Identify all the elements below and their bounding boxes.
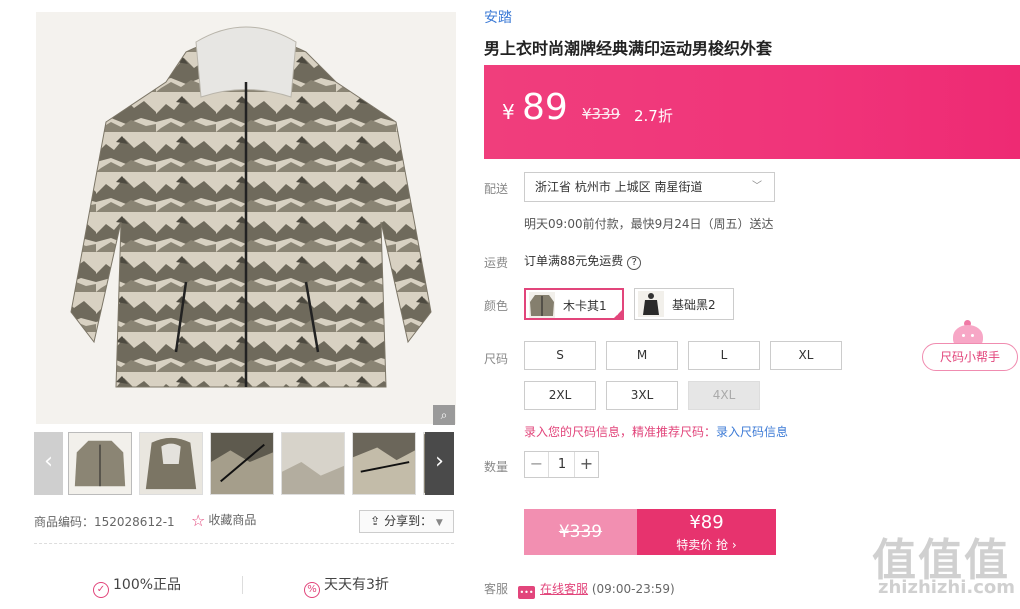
address-value: 浙江省 杭州市 上城区 南星街道 (535, 180, 703, 194)
color-option-label: 基础黑2 (672, 298, 716, 312)
address-select[interactable]: 浙江省 杭州市 上城区 南星街道 ﹀ (524, 172, 775, 202)
brand-link[interactable]: 安踏 (484, 7, 512, 27)
price-currency: ¥ (502, 100, 515, 124)
color-swatch-black (638, 291, 664, 317)
size-xl[interactable]: XL (770, 341, 842, 370)
guarantee-genuine-label: 100%正品 (113, 577, 182, 593)
share-button[interactable]: ⇪ 分享到： ▼ (359, 510, 454, 533)
share-label: 分享到： (384, 514, 433, 528)
check-icon (612, 308, 624, 320)
size-tip-link[interactable]: 录入尺码信息 (716, 425, 788, 439)
color-option-black[interactable]: 基础黑2 (634, 288, 734, 320)
product-title: 男上衣时尚潮牌经典满印运动男梭织外套 (484, 39, 773, 58)
zoom-icon[interactable]: ⌕ (433, 405, 455, 425)
thumbnail-2[interactable] (139, 432, 203, 495)
size-4xl: 4XL (688, 381, 760, 410)
service-hours: (09:00-23:59) (591, 582, 675, 596)
share-icon: ⇪ (370, 514, 381, 528)
guarantees: ✓ 100%正品 % 天天有3折 (34, 574, 454, 598)
price-bar: ¥ 89 ¥339 2.7折 (484, 65, 1020, 159)
chat-icon: ••• (518, 586, 536, 599)
shield-check-icon: ✓ (93, 582, 109, 598)
chevron-down-icon: ▼ (435, 518, 443, 528)
watermark-url: zhizhizhi.com (878, 577, 1016, 598)
thumbnail-next-arrow[interactable]: › (425, 432, 454, 495)
size-helper-button[interactable]: 尺码小帮手 (922, 343, 1018, 371)
color-option-khaki[interactable]: 木卡其1 (524, 288, 624, 320)
online-service-link[interactable]: 在线客服 (540, 582, 588, 596)
customer-service: 客服 ••• 在线客服 (09:00-23:59) (484, 580, 675, 599)
plus-icon[interactable]: + (574, 452, 598, 477)
guarantee-discount: % 天天有3折 (304, 574, 389, 598)
color-label: 颜色 (484, 299, 509, 313)
shipping-text: 订单满88元免运费 (524, 254, 624, 268)
guarantee-separator (242, 576, 243, 594)
size-3xl[interactable]: 3XL (606, 381, 678, 410)
shipping-info: 订单满88元免运费? (524, 252, 642, 270)
thumbnail-prev-arrow[interactable]: ‹ (34, 432, 63, 495)
guarantee-genuine: ✓ 100%正品 (93, 574, 181, 598)
size-l[interactable]: L (688, 341, 760, 370)
minus-icon[interactable]: − (525, 452, 549, 477)
help-icon[interactable]: ? (627, 256, 642, 270)
thumbnail-3[interactable] (210, 432, 274, 495)
favorite-label: 收藏商品 (208, 513, 257, 527)
color-option-label: 木卡其1 (563, 299, 607, 313)
buy-now-part[interactable]: ¥89 特卖价 抢 › (637, 509, 776, 555)
original-price: ¥339 (582, 105, 621, 123)
thumbnail-1[interactable] (68, 432, 132, 495)
main-product-image[interactable] (36, 12, 456, 424)
thumbnail-4[interactable] (281, 432, 345, 495)
delivery-note: 明天09:00前付款，最快9月24日（周五）送达 (524, 217, 774, 231)
chevron-down-icon: ﹀ (752, 181, 762, 192)
quantity-label: 数量 (484, 460, 509, 474)
thumbnail-strip: ‹ › (34, 432, 454, 495)
product-code: 商品编码：152028612-1 (34, 515, 175, 529)
star-icon: ☆ (191, 511, 206, 530)
buy-original-price: ¥339 (524, 509, 637, 555)
thumbnail-5[interactable] (352, 432, 416, 495)
favorite-button[interactable]: ☆ 收藏商品 (191, 511, 256, 530)
color-swatch-khaki (529, 292, 555, 318)
watermark: 值值值 zhizhizhi.com (872, 524, 1018, 609)
size-tip-text: 录入您的尺码信息，精准推荐尺码： (524, 425, 717, 439)
buy-price: ¥89 (689, 512, 724, 533)
size-tip: 录入您的尺码信息，精准推荐尺码：录入尺码信息 (524, 423, 788, 440)
size-s[interactable]: S (524, 341, 596, 370)
size-label: 尺码 (484, 352, 509, 366)
quantity-input[interactable]: 1 (549, 452, 575, 477)
size-2xl[interactable]: 2XL (524, 381, 596, 410)
buy-label: 特卖价 抢 › (676, 538, 737, 552)
shipping-label: 运费 (484, 256, 509, 270)
guarantee-discount-label: 天天有3折 (324, 577, 389, 593)
buy-button[interactable]: ¥339 ¥89 特卖价 抢 › (524, 509, 776, 555)
quantity-stepper: − 1 + (524, 451, 599, 478)
service-label: 客服 (484, 582, 509, 596)
discount-label: 2.7折 (634, 107, 673, 125)
current-price: 89 (522, 87, 568, 128)
divider (34, 543, 454, 544)
size-m[interactable]: M (606, 341, 678, 370)
percent-icon: % (304, 582, 320, 598)
meta-row: 商品编码：152028612-1 ☆ 收藏商品 ⇪ 分享到： ▼ (34, 510, 454, 533)
delivery-label: 配送 (484, 182, 509, 196)
